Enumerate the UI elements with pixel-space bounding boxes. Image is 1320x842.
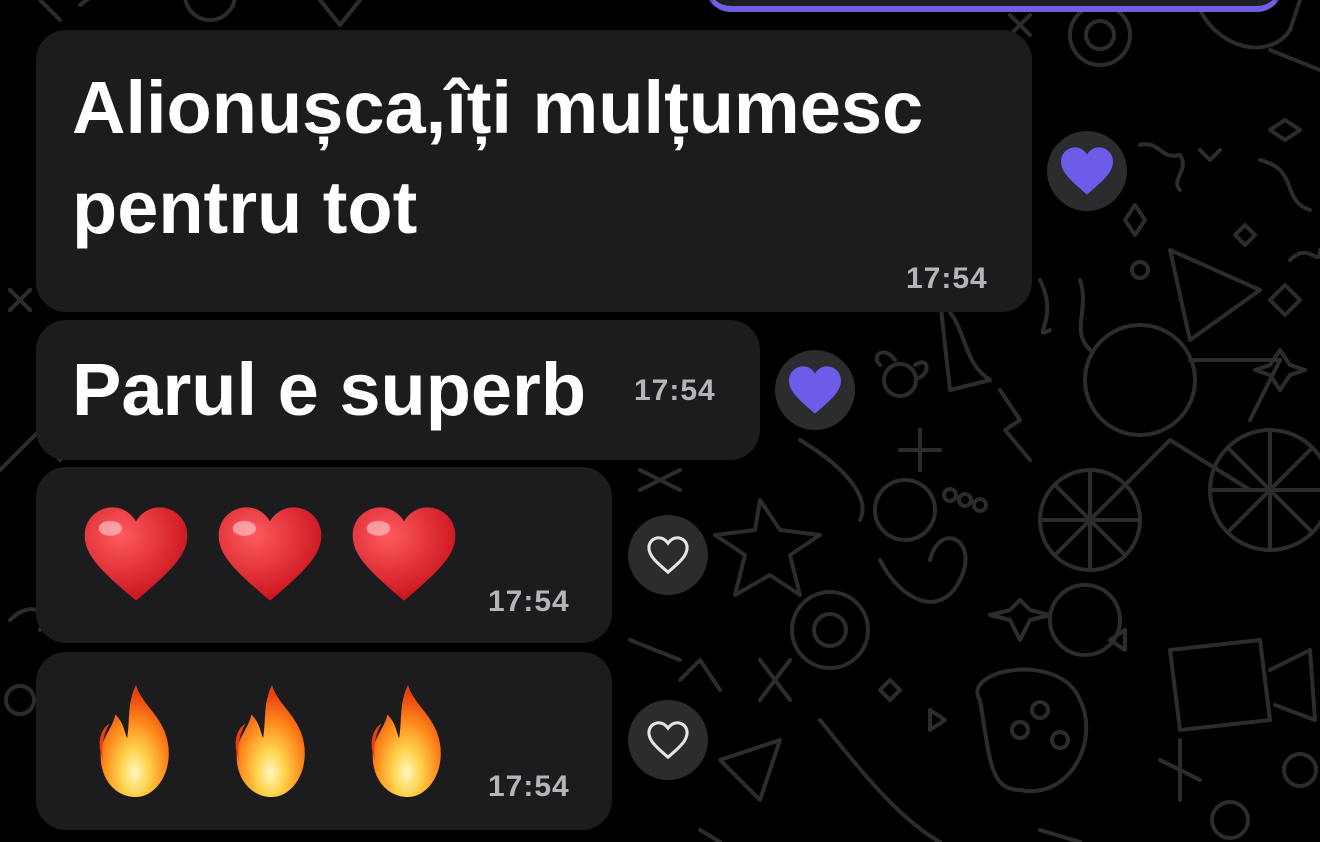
reaction-button[interactable] <box>775 350 855 430</box>
red-heart-emoji <box>352 507 456 601</box>
heart-outline-icon <box>647 721 689 760</box>
message-timestamp: 17:54 <box>488 770 570 803</box>
message-bubble[interactable]: 17:54 <box>36 467 612 643</box>
red-heart-emoji <box>84 507 188 601</box>
reaction-button[interactable] <box>1047 131 1127 211</box>
red-heart-emoji <box>218 507 322 601</box>
outgoing-message-bubble-edge <box>705 0 1283 12</box>
purple-heart-icon <box>1061 147 1113 195</box>
fire-emoji <box>235 684 305 798</box>
message-timestamp: 17:54 <box>906 262 988 295</box>
purple-heart-icon <box>789 366 841 414</box>
fire-emoji <box>371 684 441 798</box>
message-bubble[interactable]: Alionușca,îți mulțumesc pentru tot 17:54 <box>36 30 1032 312</box>
reaction-button[interactable] <box>628 515 708 595</box>
message-bubble[interactable]: 17:54 <box>36 652 612 830</box>
message-text: Alionușca,îți mulțumesc <box>72 66 924 149</box>
message-bubble[interactable]: Parul e superb 17:54 <box>36 320 760 460</box>
message-text: Parul e superb <box>72 348 587 431</box>
reaction-button[interactable] <box>628 700 708 780</box>
message-timestamp: 17:54 <box>488 585 570 618</box>
message-text: pentru tot <box>72 166 418 249</box>
fire-emoji <box>99 684 169 798</box>
chat-screen: Alionușca,îți mulțumesc pentru tot 17:54… <box>0 0 1320 842</box>
heart-outline-icon <box>647 536 689 575</box>
message-timestamp: 17:54 <box>634 374 716 407</box>
